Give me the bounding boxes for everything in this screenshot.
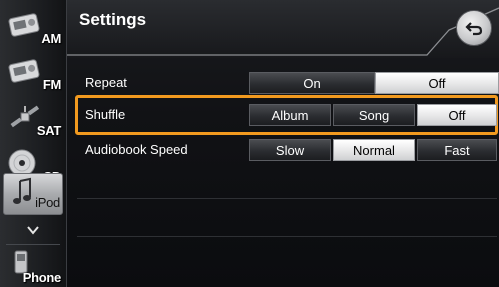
more-sources-button[interactable] [3,218,63,240]
audiobook-speed-row: Audiobook Speed Slow Normal Fast [77,139,497,161]
source-button-ipod[interactable]: iPod [3,173,63,215]
shuffle-row: Shuffle Album Song Off [77,104,497,126]
back-button[interactable] [456,10,492,46]
source-button-phone[interactable]: Phone [3,246,63,287]
source-button-fm[interactable]: FM [3,52,63,96]
source-sidebar: AM FM SAT iPod Phone [0,0,67,287]
source-label-fm: FM [42,77,61,92]
chevron-down-icon [26,221,40,237]
source-label-am: AM [41,31,61,46]
source-label-sat: SAT [36,123,61,138]
source-label-phone: Phone [22,270,62,285]
source-button-sat[interactable]: SAT [3,98,63,142]
audiobook-normal-button[interactable]: Normal [333,139,415,161]
repeat-label: Repeat [85,75,127,90]
repeat-on-button[interactable]: On [249,72,375,94]
row-divider [77,236,497,237]
source-button-am[interactable]: AM [3,6,63,50]
header-divider-line [67,7,499,56]
source-label-ipod: iPod [35,195,60,210]
sidebar-divider [6,244,60,245]
shuffle-song-button[interactable]: Song [333,104,415,126]
radio-fm-icon [7,56,43,86]
audiobook-fast-button[interactable]: Fast [417,139,497,161]
shuffle-album-button[interactable]: Album [249,104,331,126]
row-divider [77,198,497,199]
repeat-off-button[interactable]: Off [375,72,499,94]
repeat-row: Repeat On Off [77,72,499,94]
audiobook-speed-label: Audiobook Speed [85,142,188,157]
settings-panel: Settings Repeat On Off Shuffle Album Son… [67,0,499,287]
audiobook-slow-button[interactable]: Slow [249,139,331,161]
shuffle-label: Shuffle [85,107,126,122]
screen: AM FM SAT iPod Phone Settings Repeat On … [0,0,499,287]
radio-am-icon [7,10,43,40]
shuffle-off-button[interactable]: Off [417,104,497,126]
